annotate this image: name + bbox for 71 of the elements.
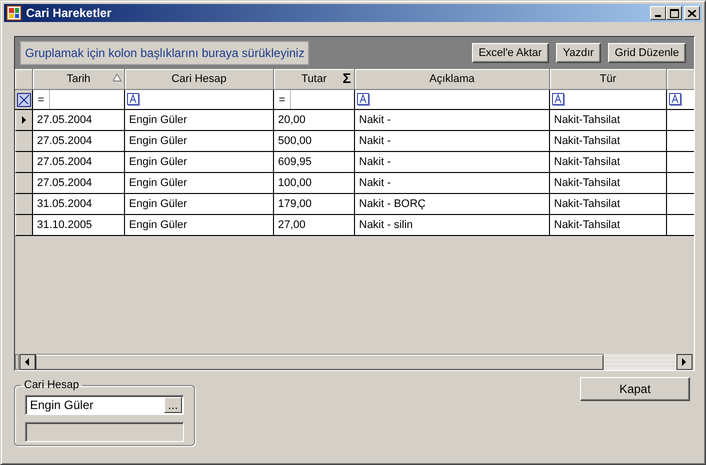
horizontal-scrollbar[interactable] (15, 354, 693, 370)
row-header[interactable] (15, 152, 33, 173)
table-cell (667, 194, 694, 215)
table-cell: Nakit-Tahsilat (550, 110, 667, 131)
row-header[interactable] (15, 131, 33, 152)
maximize-button[interactable] (666, 6, 682, 20)
table-cell (667, 152, 694, 173)
table-cell: 27.05.2004 (33, 152, 125, 173)
close-button[interactable]: Kapat (580, 377, 690, 401)
column-header[interactable]: Tutar Σ (274, 69, 355, 90)
table-cell: 31.05.2004 (33, 194, 125, 215)
table-cell: Engin Güler (125, 194, 274, 215)
table-cell: Nakit - (355, 131, 550, 152)
table-cell: 179,00 (274, 194, 355, 215)
column-header[interactable]: Açıklama (355, 69, 550, 90)
table-cell: Nakit-Tahsilat (550, 152, 667, 173)
column-header[interactable]: Tarih (33, 69, 125, 90)
table-cell: Engin Güler (125, 173, 274, 194)
table-cell: 31.10.2005 (33, 215, 125, 236)
table-cell (667, 173, 694, 194)
filter-operator[interactable]: = (274, 90, 291, 109)
table-cell: Nakit-Tahsilat (550, 173, 667, 194)
table-cell: 609,95 (274, 152, 355, 173)
browse-button[interactable]: ... (164, 397, 182, 413)
table-cell: 100,00 (274, 173, 355, 194)
group-by-hint: Gruplamak için kolon başlıklarını buraya sürükleyiniz (20, 41, 310, 65)
summary-symbol[interactable]: Σ (342, 70, 351, 86)
table-cell (667, 215, 694, 236)
table-cell: 27.05.2004 (33, 131, 125, 152)
table-cell: 27.05.2004 (33, 110, 125, 131)
table-cell: Nakit - silin (355, 215, 550, 236)
close-icon (688, 10, 696, 16)
table-cell: Engin Güler (125, 152, 274, 173)
table-cell: 27.05.2004 (33, 173, 125, 194)
maximize-icon (670, 8, 678, 18)
row-header[interactable] (15, 194, 33, 215)
row-header[interactable] (15, 215, 33, 236)
filter-type-icon[interactable] (552, 93, 565, 106)
app-icon (6, 5, 22, 21)
column-header[interactable]: Tür (550, 69, 667, 90)
filter-type-icon[interactable] (127, 93, 140, 106)
filter-type-icon[interactable] (669, 93, 682, 106)
table-cell: Nakit - (355, 173, 550, 194)
minimize-button[interactable] (650, 6, 666, 20)
row-header[interactable] (15, 110, 33, 131)
table-cell: Nakit-Tahsilat (550, 194, 667, 215)
table-cell: Engin Güler (125, 110, 274, 131)
table-cell: Nakit - BORÇ (355, 194, 550, 215)
filter-type-icon[interactable] (357, 93, 370, 106)
column-header[interactable]: Cari Hesap (125, 69, 274, 90)
table-cell: Nakit-Tahsilat (550, 215, 667, 236)
account-field[interactable]: Engin Güler ... (25, 395, 184, 415)
filter-operator[interactable]: = (33, 90, 50, 109)
table-cell: 20,00 (274, 110, 355, 131)
toolbar-button[interactable]: Excel'e Aktar (472, 43, 549, 63)
row-header[interactable] (15, 173, 33, 194)
clear-filter-icon[interactable] (16, 92, 30, 106)
table-cell: Nakit - (355, 152, 550, 173)
toolbar-button[interactable]: Yazdır (556, 43, 601, 63)
table-cell: 27,00 (274, 215, 355, 236)
table-cell: Nakit - (355, 110, 550, 131)
sort-ascending-icon (113, 74, 122, 82)
table-cell (667, 131, 694, 152)
table-cell: 500,00 (274, 131, 355, 152)
close-window-button[interactable] (684, 6, 700, 20)
table-cell: Engin Güler (125, 215, 274, 236)
table-cell: Nakit-Tahsilat (550, 131, 667, 152)
table-cell: Engin Güler (125, 131, 274, 152)
window-title: Cari Hareketler (26, 6, 112, 20)
toolbar-button[interactable]: Grid Düzenle (608, 43, 686, 63)
group-label: Cari Hesap (23, 379, 80, 391)
